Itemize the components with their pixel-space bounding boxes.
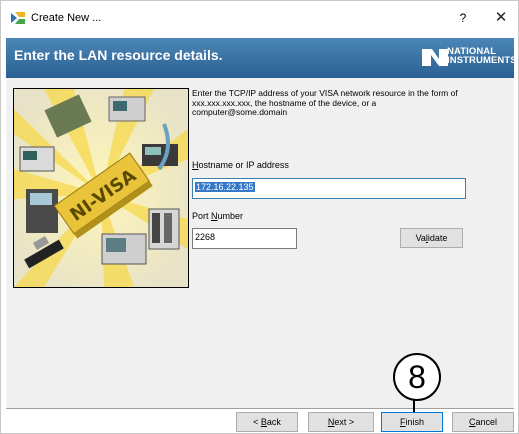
create-new-dialog: Create New ... ? ✕ Enter the LAN resourc… [0,0,519,434]
page-title: Enter the LAN resource details. [14,47,223,63]
port-label-pre: Port [192,211,212,221]
validate-pre: Va [415,233,426,243]
hostname-input[interactable]: 172.16.22.135 [192,178,466,199]
next-button[interactable]: Next > [308,412,374,432]
back-post: ack [266,417,281,427]
help-button[interactable]: ? [453,9,473,27]
port-label-post: umber [217,211,244,221]
hostname-label: Hostname or IP address [192,160,289,170]
back-button[interactable]: < Back [236,412,298,432]
validate-button[interactable]: Validate [400,228,463,248]
logo-text-instruments: INSTRUMENTS [447,55,517,66]
national-instruments-logo: NATIONAL INSTRUMENTS [422,44,517,72]
back-pre: < [253,417,261,427]
cancel-button[interactable]: Cancel [452,412,514,432]
header-banner: Enter the LAN resource details. NATIONAL… [6,38,517,78]
port-number-value: 2268 [195,232,216,242]
ni-visa-illustration: NI-VISA [13,88,189,288]
cancel-post: ancel [475,417,497,427]
instructions-text: Enter the TCP/IP address of your VISA ne… [192,88,458,117]
footer-divider [6,408,514,409]
ni-eagle-icon [422,49,448,66]
close-button[interactable]: ✕ [491,8,511,28]
port-number-label: Port Number [192,211,243,221]
window-title: Create New ... [31,12,102,24]
hostname-label-post: ostname or IP address [198,160,289,170]
hostname-input-value: 172.16.22.135 [195,182,255,192]
finish-post: inish [405,417,424,427]
port-number-input[interactable]: 2268 [192,228,297,249]
title-bar: Create New ... ? ✕ [1,1,518,34]
next-post: ext > [334,417,355,427]
finish-button[interactable]: Finish [381,412,443,432]
step-number-badge: 8 [393,353,441,401]
validate-post: idate [427,233,448,243]
content-panel: NI-VISA Enter the TCP/IP address of your… [6,78,514,408]
ni-visa-artwork: NI-VISA [14,89,188,287]
app-icon [11,12,25,24]
